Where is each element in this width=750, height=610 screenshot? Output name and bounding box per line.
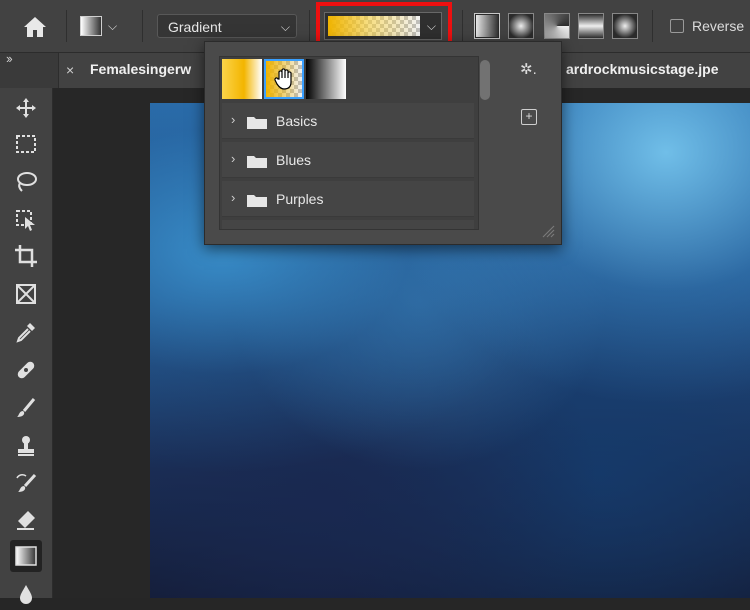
frame-tool[interactable] <box>10 278 42 310</box>
brush-icon <box>17 398 36 417</box>
gradient-tool-icon <box>80 16 102 36</box>
collapse-panel-icon[interactable]: ›› <box>6 51 13 66</box>
folder-icon <box>247 156 267 168</box>
folder-icon <box>247 117 267 129</box>
chevron-right-icon[interactable]: › <box>231 112 235 127</box>
lasso-tool[interactable] <box>10 166 42 198</box>
angle-gradient-button[interactable] <box>544 13 570 39</box>
separator <box>462 10 463 42</box>
gradient-icon <box>15 546 37 566</box>
move-icon <box>16 98 36 118</box>
folder-label: Basics <box>276 113 318 129</box>
object-select-icon <box>16 210 35 231</box>
tool-preset-picker[interactable]: ⌵ <box>80 14 130 38</box>
history-brush-tool[interactable] <box>10 468 42 500</box>
blur-tool[interactable] <box>10 578 42 610</box>
gradient-mode-dropdown[interactable]: Gradient ⌵ <box>157 14 297 38</box>
folder-icon <box>247 195 267 207</box>
clone-stamp-tool[interactable] <box>10 430 42 462</box>
reverse-label: Reverse <box>692 18 745 34</box>
reverse-option[interactable]: Reverse <box>670 18 744 34</box>
eyedropper-icon <box>16 323 35 343</box>
presets-scrollbar[interactable] <box>478 60 492 102</box>
radial-gradient-button[interactable] <box>508 13 534 39</box>
crop-icon <box>15 245 37 267</box>
preset-folder-blues[interactable]: › Blues <box>222 142 474 178</box>
folder-label: Blues <box>276 152 312 168</box>
marquee-icon <box>16 135 36 153</box>
linear-gradient-button[interactable] <box>474 13 500 39</box>
gradient-tool[interactable] <box>10 540 42 572</box>
chevron-right-icon[interactable]: › <box>231 151 235 166</box>
gear-icon[interactable]: ✲. <box>520 60 537 78</box>
new-preset-button[interactable]: + <box>521 109 537 125</box>
eraser-tool[interactable] <box>10 504 42 536</box>
frame-icon <box>16 284 36 304</box>
preset-folder-basics[interactable]: › Basics <box>222 103 474 139</box>
reverse-checkbox[interactable] <box>670 19 684 33</box>
gradient-preset-swatch[interactable] <box>306 59 346 99</box>
preset-folder-purples[interactable]: › Purples <box>222 181 474 217</box>
resize-handle-icon[interactable] <box>541 224 555 238</box>
bandage-icon <box>17 361 35 379</box>
gradient-preset-swatch-selected[interactable] <box>264 59 304 99</box>
crop-tool[interactable] <box>10 240 42 272</box>
folder-label: Purples <box>276 191 324 207</box>
marquee-tool[interactable] <box>10 128 42 160</box>
home-icon <box>24 17 46 37</box>
drop-icon <box>20 585 32 604</box>
move-tool[interactable] <box>10 92 42 124</box>
home-button[interactable] <box>20 12 50 42</box>
document-tab-title[interactable]: Femalesingerw <box>90 61 191 77</box>
gradient-picker-panel: › Basics › Blues › Purples <box>204 41 562 245</box>
gradient-preset-swatch[interactable] <box>222 59 262 99</box>
brush-tool[interactable] <box>10 392 42 424</box>
healing-brush-tool[interactable] <box>10 354 42 386</box>
tools-panel <box>0 88 53 604</box>
chevron-right-icon[interactable]: › <box>231 190 235 205</box>
hand-cursor-icon <box>274 68 292 90</box>
chevron-down-icon: ⌵ <box>108 18 118 33</box>
history-brush-icon <box>16 473 37 492</box>
separator <box>309 10 310 42</box>
preset-folder-partial[interactable] <box>222 220 474 229</box>
gradient-mode-label: Gradient <box>168 19 222 35</box>
chevron-down-icon: ⌵ <box>280 20 290 34</box>
gradient-presets-list[interactable]: › Basics › Blues › Purples <box>219 56 479 230</box>
reflected-gradient-button[interactable] <box>578 13 604 39</box>
eraser-icon <box>17 511 35 530</box>
eyedropper-tool[interactable] <box>10 316 42 348</box>
separator <box>142 10 143 42</box>
object-selection-tool[interactable] <box>10 204 42 236</box>
diamond-gradient-button[interactable] <box>612 13 638 39</box>
separator <box>66 10 67 42</box>
separator <box>652 10 653 42</box>
stamp-icon <box>18 436 34 456</box>
close-tab-button[interactable]: × <box>66 62 74 78</box>
document-tab-title-continued[interactable]: ardrockmusicstage.jpe <box>566 61 750 77</box>
lasso-icon <box>17 172 37 192</box>
scrollbar-thumb[interactable] <box>480 60 490 100</box>
